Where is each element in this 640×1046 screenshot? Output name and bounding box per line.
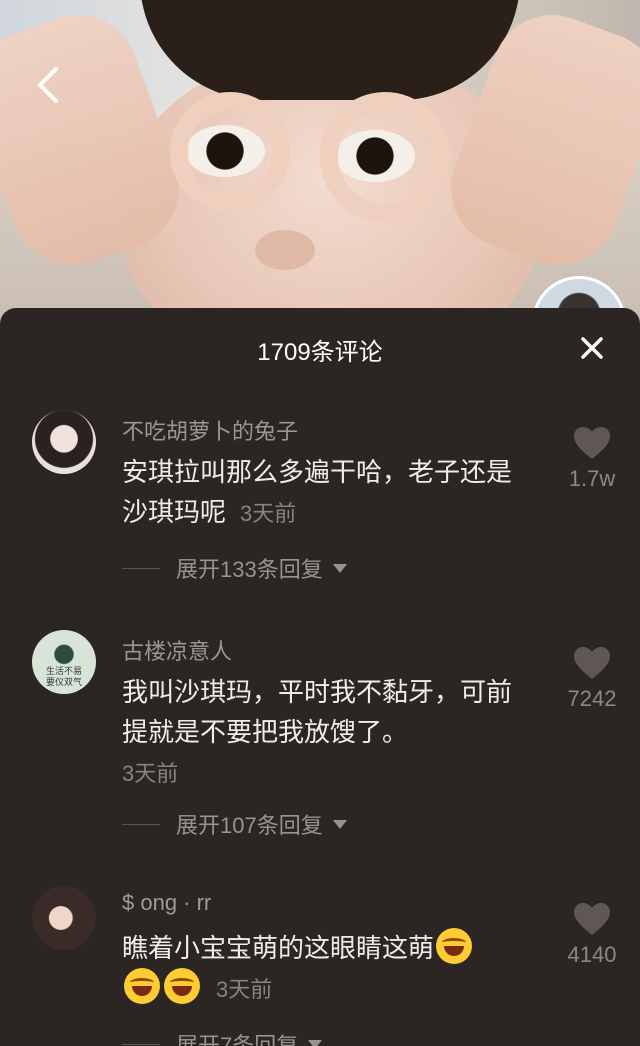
video-frame[interactable]: [0, 0, 640, 330]
comment-text: 瞧着小宝宝萌的这眼睛这萌: [122, 933, 435, 963]
like-button[interactable]: 7242: [560, 646, 624, 712]
like-count: 1.7w: [568, 466, 616, 491]
grinning-squint-emoji: [164, 968, 200, 1004]
comment-body[interactable]: 我叫沙琪玛，平时我不黏牙，可前提就是不要把我放馊了。 3天前: [122, 672, 532, 794]
grinning-squint-emoji: [124, 968, 160, 1004]
comment-username[interactable]: 不吃胡萝卜的兔子: [122, 414, 298, 446]
triangle-down-icon: [332, 819, 347, 829]
triangle-down-icon: [308, 1039, 323, 1046]
comment-username[interactable]: 古楼凉意人: [122, 634, 232, 666]
like-count: 4140: [567, 942, 617, 967]
like-count: 7242: [567, 686, 617, 711]
avatar[interactable]: [32, 410, 96, 474]
heart-icon: [574, 647, 610, 679]
close-icon: [581, 337, 603, 359]
comment-username[interactable]: $ ong · rr: [122, 890, 211, 916]
expand-replies[interactable]: 展开7条回复: [122, 1028, 323, 1046]
like-button[interactable]: 4140: [560, 902, 624, 968]
comment-count-title: 1709条评论: [257, 339, 383, 366]
comment-text: 安琪拉叫那么多遍干哈，老子还是沙琪玛呢: [122, 457, 513, 527]
comment-time: 3天前: [122, 761, 179, 786]
nose: [255, 230, 315, 270]
expand-replies-label: 展开133条回复: [176, 557, 323, 582]
expand-replies[interactable]: 展开133条回复: [122, 552, 347, 584]
comment-time: 3天前: [216, 977, 273, 1002]
right-finger-ring: [320, 92, 450, 222]
chevron-left-icon: [38, 67, 58, 103]
like-button[interactable]: 1.7w: [560, 426, 624, 492]
avatar[interactable]: [32, 886, 96, 950]
close-button[interactable]: [578, 334, 606, 362]
back-button[interactable]: [28, 60, 68, 110]
comment-sheet: 1709条评论 不吃胡萝卜的兔子 安琪拉叫那么多遍干哈，老子还是沙琪玛呢 3天前 …: [0, 308, 640, 1046]
comment-text: 我叫沙琪玛，平时我不黏牙，可前提就是不要把我放馊了。: [122, 677, 513, 747]
comment-body[interactable]: 安琪拉叫那么多遍干哈，老子还是沙琪玛呢 3天前: [122, 452, 532, 534]
left-finger-ring: [170, 92, 290, 212]
divider: [122, 823, 160, 825]
avatar-caption: 生活不易 要仪双气: [45, 666, 82, 687]
expand-replies[interactable]: 展开107条回复: [122, 808, 347, 840]
comment-time: 3天前: [240, 501, 297, 526]
expand-replies-label: 展开7条回复: [176, 1033, 299, 1046]
heart-icon: [574, 427, 610, 459]
sheet-header: 1709条评论: [0, 308, 640, 388]
heart-icon: [574, 903, 610, 935]
triangle-down-icon: [332, 563, 347, 573]
divider: [122, 1043, 160, 1045]
grinning-squint-emoji: [436, 928, 473, 964]
comment-body[interactable]: 瞧着小宝宝萌的这眼睛这萌 3天前: [122, 928, 532, 1010]
avatar[interactable]: 生活不易 要仪双气: [32, 630, 96, 694]
expand-replies-label: 展开107条回复: [176, 813, 323, 838]
divider: [122, 567, 160, 569]
